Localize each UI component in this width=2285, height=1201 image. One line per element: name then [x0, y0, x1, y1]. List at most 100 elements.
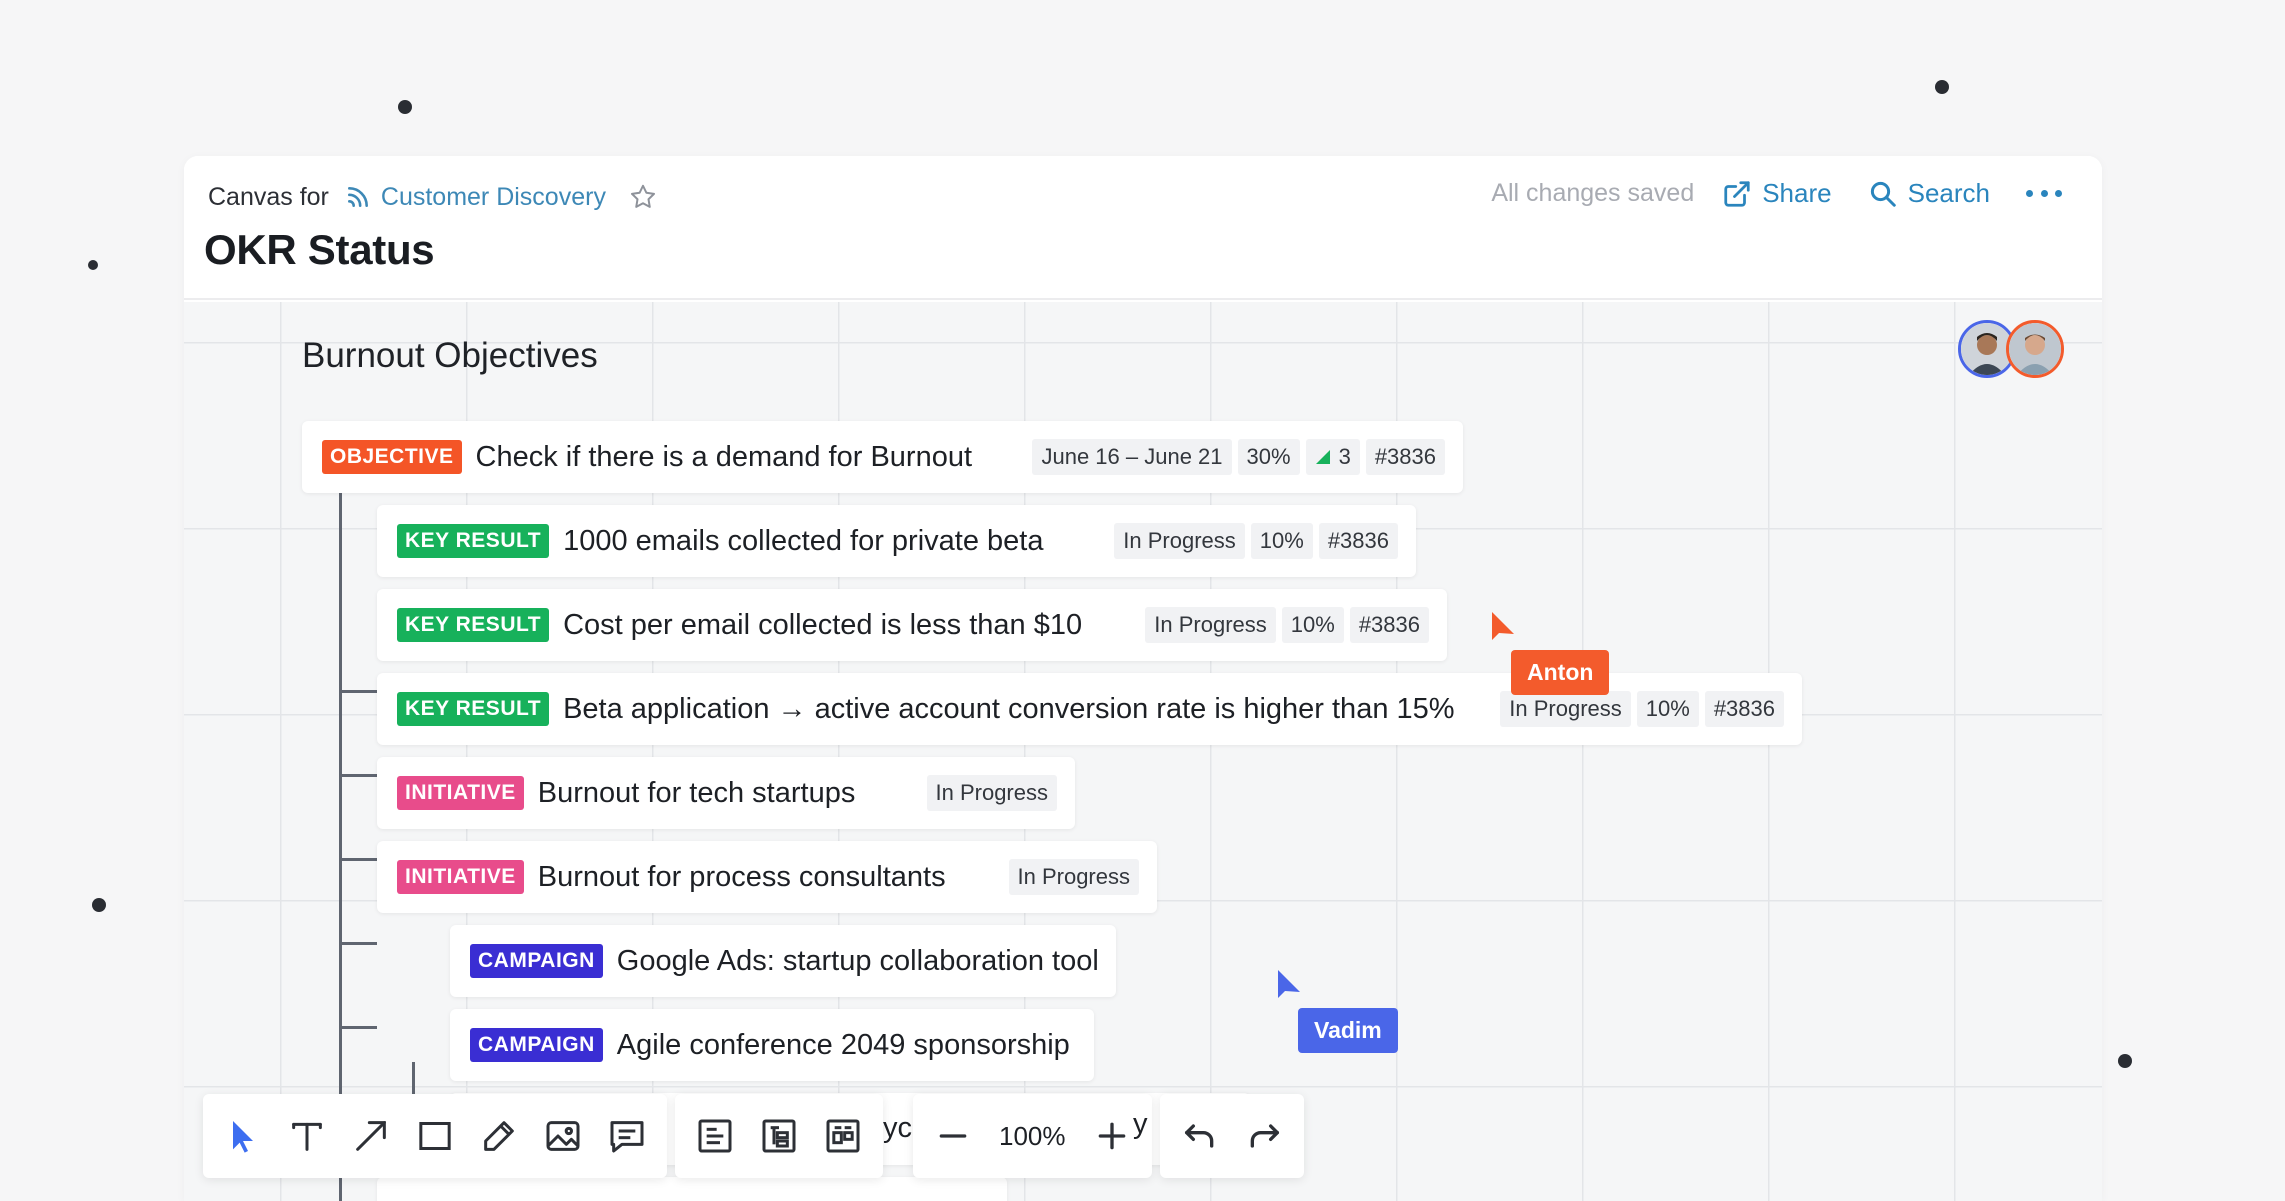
- status-pill: In Progress: [1114, 523, 1245, 559]
- campaign-text: Agile conference 2049 sponsorship: [616, 1028, 1070, 1061]
- breadcrumb: Canvas for Customer Discovery: [208, 182, 658, 212]
- plus-icon: [1098, 1122, 1125, 1150]
- tree-connector: [339, 774, 377, 777]
- status-pill: In Progress: [926, 775, 1057, 811]
- key-result-card[interactable]: KEY RESULT 1000 emails collected for pri…: [377, 505, 1416, 577]
- comment-icon: [610, 1121, 644, 1153]
- initiative-tag: INITIATIVE: [397, 860, 524, 894]
- campaign-text: Google Ads: startup collaboration tool: [616, 944, 1099, 977]
- status-pill: In Progress: [1500, 691, 1631, 727]
- canvas-toolbar: yc y 100%: [203, 1094, 1304, 1178]
- decor-dot: [2118, 1054, 2132, 1068]
- initiative-meta: In Progress: [921, 775, 1057, 811]
- star-icon[interactable]: [628, 182, 658, 212]
- objective-meta: June 16 – June 21 30% 3 #3836: [1026, 439, 1445, 475]
- progress-pill: 10%: [1636, 691, 1699, 727]
- initiative-text: Burnout for process consultants: [537, 860, 946, 893]
- pen-tool[interactable]: [467, 1104, 531, 1168]
- collaborator-avatars: [1958, 320, 2064, 378]
- arrow-tool[interactable]: [339, 1104, 403, 1168]
- comment-tool[interactable]: [595, 1104, 659, 1168]
- share-button[interactable]: Share: [1722, 178, 1832, 209]
- card-tool[interactable]: [683, 1104, 747, 1168]
- image-tool[interactable]: [531, 1104, 595, 1168]
- zoom-controls: 100%: [913, 1094, 1152, 1178]
- id-pill: #3836: [1704, 691, 1784, 727]
- user-avatar-icon: [2009, 323, 2061, 375]
- key-result-tag: KEY RESULT: [397, 692, 550, 726]
- tree-connector: [339, 1026, 377, 1029]
- rectangle-tool[interactable]: [403, 1104, 467, 1168]
- rectangle-icon: [419, 1122, 451, 1150]
- cursor-arrow-icon: [1278, 970, 1300, 998]
- status-pill: In Progress: [1008, 859, 1139, 895]
- initiative-card[interactable]: INITIATIVE Burnout for tech startups In …: [377, 757, 1075, 829]
- redo-icon: [1250, 1124, 1279, 1148]
- page-title: OKR Status: [204, 226, 435, 273]
- canvas-area[interactable]: Burnout Objectives OBJECTIVE Check if th…: [184, 302, 2102, 1201]
- id-pill: #3836: [1365, 439, 1445, 475]
- tree-connector: [339, 942, 377, 945]
- card-icon: [698, 1119, 732, 1153]
- cursor-label: Anton: [1511, 650, 1610, 695]
- pencil-icon: [484, 1121, 514, 1151]
- initiative-tag: INITIATIVE: [397, 776, 524, 810]
- board-icon: [826, 1119, 860, 1153]
- objective-card[interactable]: OBJECTIVE Check if there is a demand for…: [302, 421, 1463, 493]
- tree-connector: [339, 858, 377, 861]
- initiative-meta: In Progress: [1003, 859, 1139, 895]
- key-result-meta: In Progress 10% #3836: [1139, 607, 1429, 643]
- initiative-card[interactable]: [377, 1177, 1007, 1201]
- progress-pill: 10%: [1250, 523, 1313, 559]
- id-pill: #3836: [1318, 523, 1398, 559]
- cursor-arrow-icon: [1492, 612, 1514, 640]
- image-icon: [546, 1121, 580, 1151]
- share-label: Share: [1762, 178, 1832, 208]
- more-icon[interactable]: [2026, 188, 2062, 200]
- campaign-card[interactable]: CAMPAIGN Google Ads: startup collaborati…: [450, 925, 1116, 997]
- redo-button[interactable]: [1232, 1104, 1296, 1168]
- tree-card-icon: [762, 1119, 796, 1153]
- search-icon: [1870, 181, 1896, 207]
- decor-dot: [1935, 80, 1949, 94]
- key-result-meta: In Progress 10% #3836: [1494, 691, 1784, 727]
- key-result-card[interactable]: KEY RESULT Cost per email collected is l…: [377, 589, 1447, 661]
- search-button[interactable]: Search: [1868, 178, 1990, 209]
- hidden-card-text: yc: [883, 1112, 912, 1144]
- text-tool[interactable]: [275, 1104, 339, 1168]
- campaign-card[interactable]: CAMPAIGN Agile conference 2049 sponsorsh…: [450, 1009, 1094, 1081]
- zoom-level: 100%: [999, 1120, 1066, 1151]
- minus-icon: [939, 1134, 967, 1138]
- key-result-tag: KEY RESULT: [397, 524, 550, 558]
- feed-icon: [347, 187, 368, 207]
- undo-icon: [1184, 1124, 1213, 1148]
- zoom-out-button[interactable]: [921, 1104, 985, 1168]
- key-result-tag: KEY RESULT: [397, 608, 550, 642]
- canvas-for-label: Canvas for: [208, 182, 329, 211]
- tree-card-tool[interactable]: [747, 1104, 811, 1168]
- tree-connector: [339, 690, 377, 693]
- history-controls: [1159, 1094, 1304, 1178]
- hidden-card-text: y: [1133, 1108, 1148, 1140]
- campaign-tag: CAMPAIGN: [470, 944, 603, 978]
- tool-group-draw: [203, 1094, 667, 1178]
- cursor-label: Vadim: [1298, 1008, 1398, 1053]
- arrow-icon: [356, 1121, 386, 1151]
- project-link[interactable]: Customer Discovery: [381, 183, 606, 212]
- board-tool[interactable]: [811, 1104, 875, 1168]
- signals-count: 3: [1338, 444, 1351, 469]
- undo-button[interactable]: [1168, 1104, 1232, 1168]
- objective-text: Check if there is a demand for Burnout: [475, 440, 973, 473]
- avatar[interactable]: [2006, 320, 2064, 378]
- key-result-text: Cost per email collected is less than $1…: [563, 608, 1083, 641]
- select-tool[interactable]: [211, 1104, 275, 1168]
- initiative-text: Burnout for tech startups: [537, 776, 856, 809]
- signal-icon: [1315, 450, 1330, 464]
- progress-pill: 30%: [1237, 439, 1300, 475]
- key-result-text: 1000 emails collected for private beta: [563, 524, 1044, 557]
- section-title: Burnout Objectives: [302, 336, 598, 375]
- initiative-card[interactable]: INITIATIVE Burnout for process consultan…: [377, 841, 1157, 913]
- signals-pill: 3: [1305, 439, 1360, 475]
- decor-dot: [398, 100, 412, 114]
- key-result-text: Beta application → active account conver…: [563, 692, 1455, 725]
